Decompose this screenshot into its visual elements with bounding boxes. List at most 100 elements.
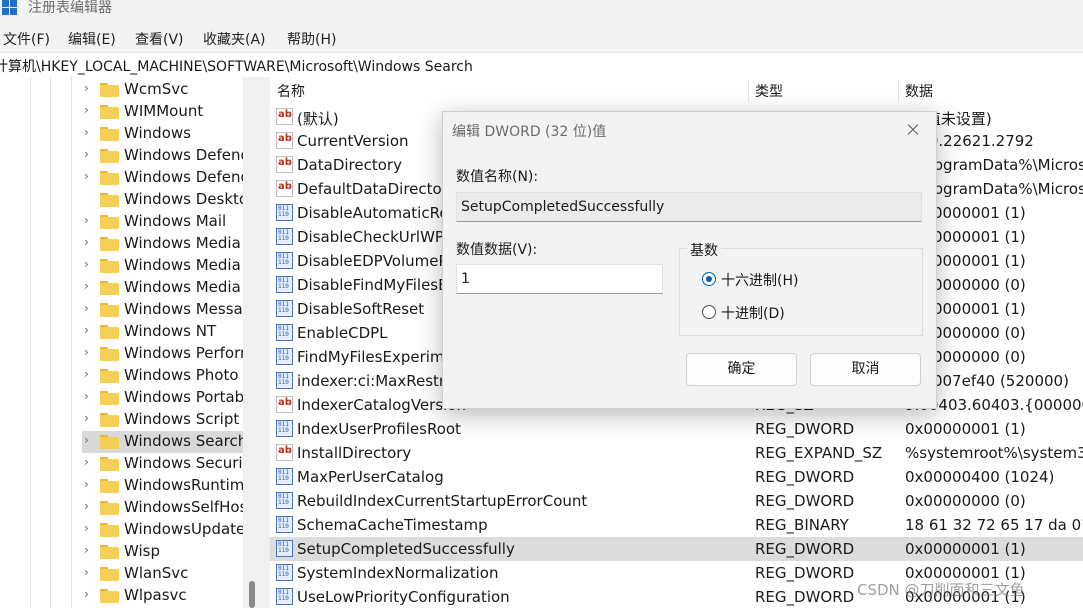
chevron-right-icon[interactable]: › bbox=[84, 279, 89, 293]
chevron-right-icon[interactable]: › bbox=[84, 125, 89, 139]
chevron-right-icon[interactable]: › bbox=[84, 235, 89, 249]
chevron-right-icon[interactable]: › bbox=[84, 499, 89, 513]
tree-item[interactable]: › WindowsSelfHost bbox=[82, 497, 243, 519]
value-name-label: 数值名称(N): bbox=[456, 169, 539, 185]
value-name: MaxPerUserCatalog bbox=[297, 468, 444, 486]
value-type: REG_DWORD bbox=[755, 540, 855, 558]
tree-item-label: Windows Media Player NSS bbox=[124, 278, 243, 296]
chevron-right-icon[interactable]: › bbox=[84, 345, 89, 359]
radio-checked-icon[interactable] bbox=[702, 272, 716, 286]
pane-splitter[interactable] bbox=[243, 77, 270, 608]
address-bar[interactable]: 计算机\HKEY_LOCAL_MACHINE\SOFTWARE\Microsof… bbox=[0, 52, 1083, 78]
folder-icon bbox=[100, 237, 119, 251]
value-data-label: 数值数据(V): bbox=[456, 242, 538, 258]
menu-help[interactable]: 帮助(H) bbox=[287, 29, 336, 49]
tree-item[interactable]: › Windows Search bbox=[82, 431, 243, 453]
chevron-right-icon[interactable]: › bbox=[84, 411, 89, 425]
tree-item[interactable]: › WindowsRuntime bbox=[82, 475, 243, 497]
tree-item[interactable]: › Windows Mail bbox=[82, 211, 243, 233]
value-data-field[interactable] bbox=[456, 264, 663, 294]
value-row[interactable]: 011 110 IndexUserProfilesRoot REG_DWORD 0x00… bbox=[270, 417, 1083, 441]
value-type: REG_DWORD bbox=[755, 492, 855, 510]
tree-item[interactable]: › Windows Performance Toolkit bbox=[82, 343, 243, 365]
folder-icon bbox=[100, 545, 119, 559]
column-header-name[interactable]: 名称 bbox=[270, 77, 748, 105]
chevron-right-icon[interactable]: › bbox=[84, 81, 89, 95]
tree-item-label: Windows Portable Devices bbox=[124, 388, 243, 406]
chevron-right-icon[interactable]: › bbox=[84, 389, 89, 403]
radix-group bbox=[679, 248, 923, 336]
string-value-icon: ab bbox=[276, 444, 293, 461]
tree-item[interactable]: › Windows Security Health bbox=[82, 453, 243, 475]
value-row[interactable]: ab InstallDirectory REG_EXPAND_SZ %systemro… bbox=[270, 441, 1083, 465]
registry-editor-icon bbox=[2, 0, 18, 16]
tree-item-label: WIMMount bbox=[124, 102, 204, 120]
value-type: REG_DWORD bbox=[755, 420, 855, 438]
radio-unchecked-icon[interactable] bbox=[702, 305, 716, 319]
value-data: %systemroot%\system32 bbox=[905, 444, 1083, 462]
folder-icon bbox=[100, 567, 119, 581]
column-header-data[interactable]: 数据 bbox=[898, 77, 1083, 105]
tree-item[interactable]: › Wisp bbox=[82, 541, 243, 563]
value-row[interactable]: 011 110 SetupCompletedSuccessfully REG_DWOR… bbox=[270, 537, 1083, 561]
tree-item[interactable]: › Wlpasvc bbox=[82, 585, 243, 607]
value-name: DisableSoftReset bbox=[297, 300, 425, 318]
tree-item[interactable]: › Windows Media Foundation bbox=[82, 255, 243, 277]
tree-item-label: Windows Search bbox=[124, 432, 243, 450]
tree-item[interactable]: › Windows Defender Security Center bbox=[82, 167, 243, 189]
folder-icon bbox=[100, 501, 119, 515]
tree-item[interactable]: › WcmSvc bbox=[82, 79, 243, 101]
chevron-right-icon[interactable]: › bbox=[84, 455, 89, 469]
menu-view[interactable]: 查看(V) bbox=[135, 29, 184, 49]
key-tree[interactable]: › WcmSvc › WIMMount › Windows › Windows Defende… bbox=[0, 77, 243, 608]
value-name-field[interactable] bbox=[456, 192, 922, 222]
value-name: InstallDirectory bbox=[297, 444, 412, 462]
tree-item[interactable]: › WIMMount bbox=[82, 101, 243, 123]
tree-item[interactable]: › Windows Script Host bbox=[82, 409, 243, 431]
chevron-right-icon[interactable]: › bbox=[84, 169, 89, 183]
tree-item[interactable]: › Windows Messaging Subsystem bbox=[82, 299, 243, 321]
chevron-right-icon[interactable]: › bbox=[84, 257, 89, 271]
cancel-button[interactable]: 取消 bbox=[810, 353, 921, 386]
chevron-right-icon[interactable]: › bbox=[84, 103, 89, 117]
tree-item[interactable]: › Windows Media Player NSS bbox=[82, 277, 243, 299]
close-icon[interactable] bbox=[899, 118, 927, 142]
tree-item[interactable]: Windows Desktop Search bbox=[82, 189, 243, 211]
address-path[interactable]: 计算机\HKEY_LOCAL_MACHINE\SOFTWARE\Microsof… bbox=[0, 56, 473, 76]
tree-item[interactable]: › WlanSvc bbox=[82, 563, 243, 585]
chevron-right-icon[interactable]: › bbox=[84, 543, 89, 557]
chevron-right-icon[interactable]: › bbox=[84, 323, 89, 337]
tree-scrollbar-thumb[interactable] bbox=[249, 581, 255, 608]
chevron-right-icon[interactable]: › bbox=[84, 433, 89, 447]
chevron-right-icon[interactable]: › bbox=[84, 213, 89, 227]
edit-dword-dialog: 编辑 DWORD (32 位)值 数值名称(N): 数值数据(V): 基数 十六… bbox=[442, 111, 937, 409]
binary-value-icon: 011 110 bbox=[276, 420, 293, 437]
chevron-right-icon[interactable]: › bbox=[84, 367, 89, 381]
chevron-right-icon[interactable]: › bbox=[84, 565, 89, 579]
tree-item[interactable]: › Windows NT bbox=[82, 321, 243, 343]
value-row[interactable]: 011 110 RebuildIndexCurrentStartupErrorCou… bbox=[270, 489, 1083, 513]
chevron-right-icon[interactable]: › bbox=[84, 477, 89, 491]
tree-item[interactable]: › Windows Defender bbox=[82, 145, 243, 167]
menu-file[interactable]: 文件(F) bbox=[3, 29, 50, 49]
value-data: 0x00000000 (0) bbox=[905, 492, 1026, 510]
ok-button[interactable]: 确定 bbox=[686, 353, 797, 386]
binary-value-icon: 011 110 bbox=[276, 492, 293, 509]
chevron-right-icon[interactable]: › bbox=[84, 521, 89, 535]
value-name: IndexerCatalogVersion bbox=[297, 396, 466, 414]
column-header-type[interactable]: 类型 bbox=[748, 77, 898, 105]
tree-item[interactable]: › WindowsUpdate bbox=[82, 519, 243, 541]
chevron-right-icon[interactable]: › bbox=[84, 147, 89, 161]
value-row[interactable]: 011 110 MaxPerUserCatalog REG_DWORD 0x000004… bbox=[270, 465, 1083, 489]
chevron-right-icon[interactable]: › bbox=[84, 301, 89, 315]
tree-item[interactable]: › Windows Portable Devices bbox=[82, 387, 243, 409]
value-data: 0x00000400 (1024) bbox=[905, 468, 1055, 486]
tree-item[interactable]: › Windows Photo Viewer bbox=[82, 365, 243, 387]
tree-item[interactable]: › Windows Media Device Manager bbox=[82, 233, 243, 255]
menu-edit[interactable]: 编辑(E) bbox=[68, 29, 116, 49]
tree-item-label: Windows Script Host bbox=[124, 410, 243, 428]
menu-favorites[interactable]: 收藏夹(A) bbox=[203, 29, 266, 49]
tree-item[interactable]: › Windows bbox=[82, 123, 243, 145]
value-row[interactable]: 011 110 SchemaCacheTimestamp REG_BINARY 18 6… bbox=[270, 513, 1083, 537]
chevron-right-icon[interactable]: › bbox=[84, 587, 89, 601]
